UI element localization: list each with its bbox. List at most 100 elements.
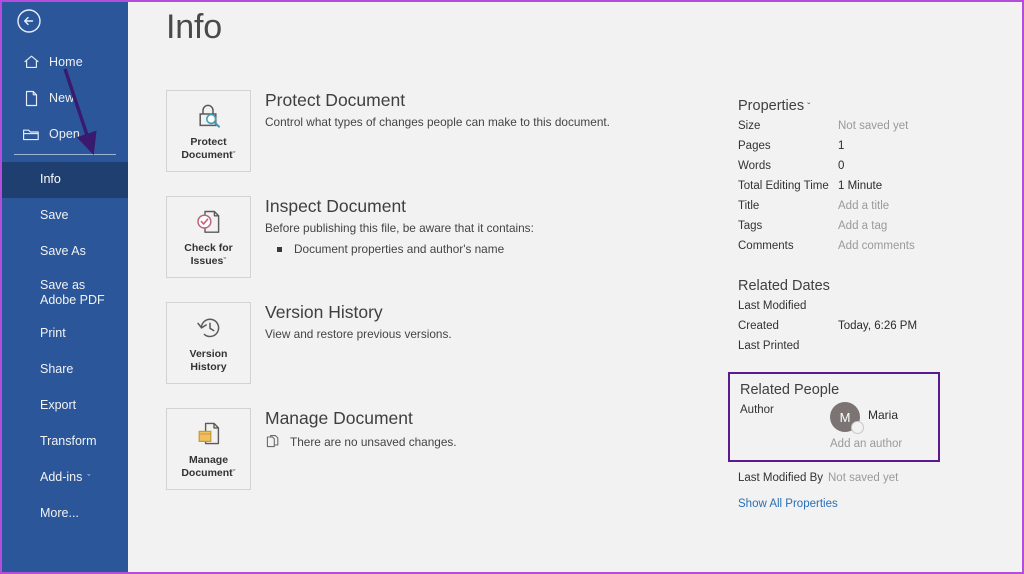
author-row: Author M Maria — [740, 402, 928, 442]
chevron-down-icon: ˇ — [87, 473, 90, 484]
related-dates-section: Related Dates Last Modified Created Toda… — [738, 278, 1006, 360]
sidebar-main-group: Info Save Save As Save as Adobe PDF Prin… — [2, 162, 128, 532]
card-title: Inspect Document — [265, 196, 725, 216]
unsaved-changes-note: There are no unsaved changes. — [265, 434, 725, 450]
property-value: Today, 6:26 PM — [838, 320, 917, 332]
chevron-down-icon: ˇ — [807, 102, 810, 113]
open-folder-icon — [22, 125, 40, 143]
related-date-row-last-modified: Last Modified — [738, 300, 1006, 320]
copy-document-icon — [265, 434, 281, 450]
sidebar-item-more[interactable]: More... — [2, 496, 128, 532]
bullet-square-icon — [277, 247, 282, 252]
sidebar-item-save-as-adobe-pdf[interactable]: Save as Adobe PDF — [2, 270, 128, 316]
sidebar-item-print[interactable]: Print — [2, 316, 128, 352]
info-card-version-history: Version History Version History View and… — [166, 302, 726, 408]
property-value: 1 — [838, 140, 844, 152]
property-value: Not saved yet — [828, 472, 898, 484]
property-value: 0 — [838, 160, 844, 172]
lock-magnifier-icon — [191, 99, 227, 133]
sidebar-item-label: Save as Adobe PDF — [40, 278, 122, 309]
protect-document-button[interactable]: Protect Documentˇ — [166, 90, 251, 172]
word-backstage-info-screen: Home New Open — [0, 0, 1024, 574]
sidebar-item-export[interactable]: Export — [2, 388, 128, 424]
property-row-size: Size Not saved yet — [738, 120, 1006, 140]
sidebar-item-info[interactable]: Info — [2, 162, 128, 198]
related-people-heading: Related People — [740, 382, 928, 398]
avatar[interactable]: M — [830, 402, 860, 432]
properties-heading-label: Properties — [738, 98, 804, 114]
author-label: Author — [740, 402, 830, 416]
sidebar-item-new[interactable]: New — [2, 80, 128, 116]
card-description: Control what types of changes people can… — [265, 114, 725, 131]
inspect-document-body: Inspect Document Before publishing this … — [265, 196, 725, 256]
property-row-words: Words 0 — [738, 160, 1006, 180]
sidebar-item-label: New — [49, 91, 74, 105]
version-history-button[interactable]: Version History — [166, 302, 251, 384]
card-description: View and restore previous versions. — [265, 326, 725, 343]
sidebar-item-label: Print — [40, 326, 66, 341]
related-dates-heading: Related Dates — [738, 278, 1006, 294]
show-all-properties-link[interactable]: Show All Properties — [738, 498, 838, 510]
backstage-sidebar: Home New Open — [2, 2, 128, 572]
sidebar-item-label: Open — [49, 127, 80, 141]
properties-section: Propertiesˇ Size Not saved yet Pages 1 W… — [738, 98, 1006, 260]
back-button[interactable] — [16, 8, 42, 34]
sidebar-item-label: More... — [40, 506, 79, 521]
sidebar-item-label: Transform — [40, 434, 97, 449]
sidebar-item-label: Export — [40, 398, 76, 413]
document-check-icon — [191, 205, 227, 239]
info-card-inspect-document: Check for Issuesˇ Inspect Document Befor… — [166, 196, 726, 302]
property-key: Last Printed — [738, 340, 838, 352]
sidebar-item-label: Add-ins — [40, 470, 82, 485]
card-bullet-label: Document properties and author's name — [294, 242, 504, 256]
property-row-comments[interactable]: Comments Add comments — [738, 240, 1006, 260]
sidebar-item-label: Home — [49, 55, 83, 69]
version-history-label: Version History — [190, 348, 228, 375]
page-title: Info — [166, 8, 222, 47]
sidebar-item-add-ins[interactable]: Add-ins ˇ — [2, 460, 128, 496]
check-for-issues-label: Check for Issuesˇ — [184, 242, 232, 269]
document-folder-icon — [191, 417, 227, 451]
related-date-row-created: Created Today, 6:26 PM — [738, 320, 1006, 340]
sidebar-item-save[interactable]: Save — [2, 198, 128, 234]
property-key: Total Editing Time — [738, 180, 838, 192]
sidebar-item-open[interactable]: Open — [2, 116, 128, 152]
related-people-section-highlight: Related People Author M Maria Add an aut… — [728, 372, 940, 462]
sidebar-top-group: Home New Open — [2, 44, 128, 152]
property-key: Words — [738, 160, 838, 172]
properties-rail: Propertiesˇ Size Not saved yet Pages 1 W… — [738, 98, 1006, 512]
sidebar-item-home[interactable]: Home — [2, 44, 128, 80]
card-description: Before publishing this file, be aware th… — [265, 220, 725, 237]
manage-document-label: Manage Documentˇ — [181, 454, 235, 481]
card-title: Manage Document — [265, 408, 725, 428]
protect-document-body: Protect Document Control what types of c… — [265, 90, 725, 131]
author-name: Maria — [868, 402, 898, 422]
property-row-tags[interactable]: Tags Add a tag — [738, 220, 1006, 240]
chevron-down-icon: ˇ — [223, 256, 226, 266]
property-value[interactable]: Add a title — [838, 200, 889, 212]
property-row-total-editing-time: Total Editing Time 1 Minute — [738, 180, 1006, 200]
version-history-body: Version History View and restore previou… — [265, 302, 725, 343]
property-key: Last Modified By — [738, 472, 828, 484]
chevron-down-icon: ˇ — [233, 150, 236, 160]
properties-heading[interactable]: Propertiesˇ — [738, 98, 1006, 114]
add-an-author-input[interactable]: Add an author — [830, 438, 928, 450]
property-value[interactable]: Add a tag — [838, 220, 887, 232]
backstage-main-pane: Info Protect Documentˇ — [128, 2, 1022, 572]
property-value[interactable]: Add comments — [838, 240, 915, 252]
sidebar-item-transform[interactable]: Transform — [2, 424, 128, 460]
sidebar-item-label: Save — [40, 208, 69, 223]
sidebar-item-share[interactable]: Share — [2, 352, 128, 388]
property-row-title[interactable]: Title Add a title — [738, 200, 1006, 220]
property-row-pages: Pages 1 — [738, 140, 1006, 160]
home-icon — [22, 53, 40, 71]
back-arrow-icon — [16, 8, 42, 34]
sidebar-item-save-as[interactable]: Save As — [2, 234, 128, 270]
unsaved-changes-label: There are no unsaved changes. — [290, 435, 457, 449]
property-key: Tags — [738, 220, 838, 232]
property-key: Created — [738, 320, 838, 332]
related-date-row-last-printed: Last Printed — [738, 340, 1006, 360]
check-for-issues-button[interactable]: Check for Issuesˇ — [166, 196, 251, 278]
manage-document-button[interactable]: Manage Documentˇ — [166, 408, 251, 490]
info-card-protect-document: Protect Documentˇ Protect Document Contr… — [166, 90, 726, 196]
